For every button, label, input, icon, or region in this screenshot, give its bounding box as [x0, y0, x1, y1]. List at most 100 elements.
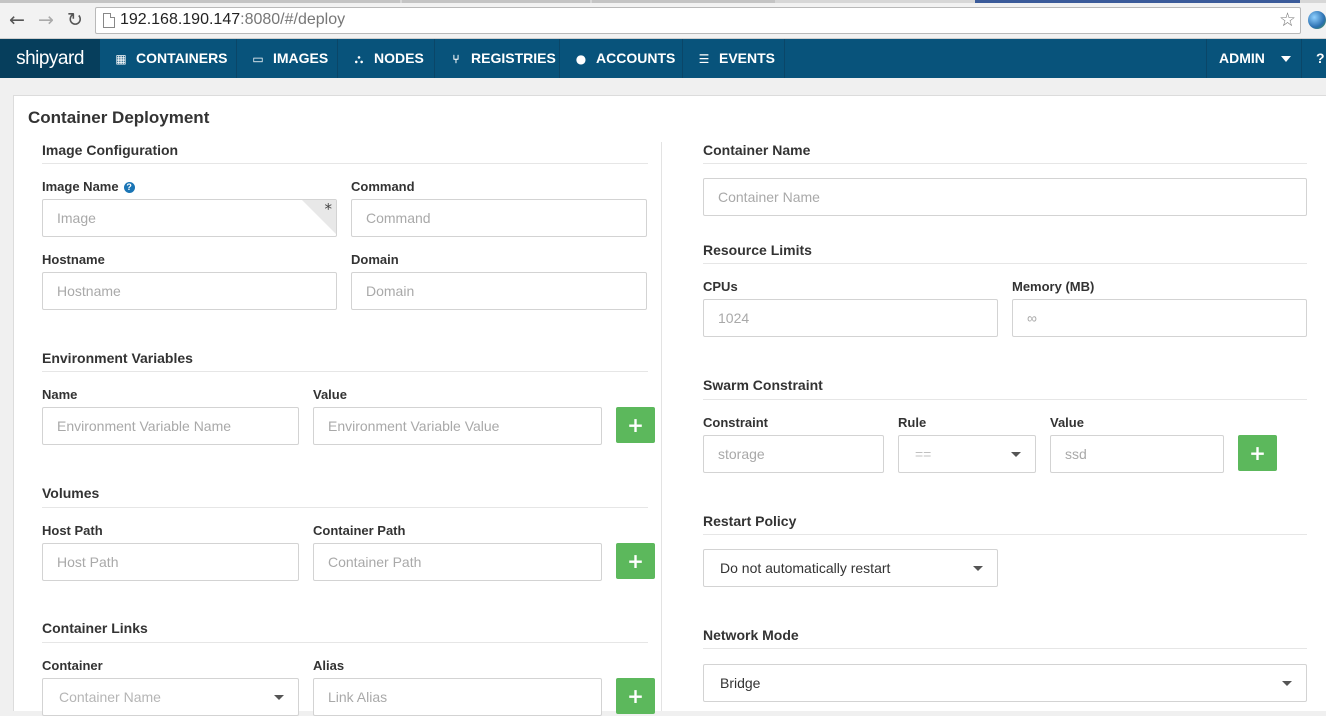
chevron-down-icon: [274, 695, 284, 700]
env-name-label: Name: [42, 387, 78, 402]
page-icon: [103, 13, 115, 28]
env-value-input[interactable]: Environment Variable Value: [313, 407, 602, 445]
command-input[interactable]: Command: [351, 199, 647, 237]
page-title: Container Deployment: [28, 108, 210, 127]
link-container-label: Container: [42, 658, 103, 673]
section-network-mode: Network Mode: [703, 627, 799, 643]
restart-policy-select[interactable]: Do not automatically restart: [703, 549, 998, 587]
restart-policy-value: Do not automatically restart: [720, 560, 891, 576]
link-container-select[interactable]: Container Name: [42, 678, 299, 716]
extension-globe-icon[interactable]: [1308, 11, 1326, 29]
browser-tab[interactable]: [592, 0, 775, 3]
link-container-placeholder: Container Name: [59, 689, 161, 705]
nav-images[interactable]: ▭ IMAGES: [237, 39, 338, 78]
back-icon[interactable]: ←: [6, 9, 28, 31]
constraint-value-input[interactable]: ssd: [1050, 435, 1224, 473]
add-link-button[interactable]: +: [616, 678, 655, 714]
nav-accounts[interactable]: ● ACCOUNTS: [560, 39, 683, 78]
divider: [42, 507, 648, 508]
address-bar[interactable]: 192.168.190.147:8080/#/deploy ☆: [95, 7, 1301, 34]
memory-input[interactable]: ∞: [1012, 299, 1307, 337]
url-host: 192.168.190.147: [120, 11, 241, 28]
domain-input[interactable]: Domain: [351, 272, 647, 310]
rule-label: Rule: [898, 415, 927, 430]
sitemap-icon: ⛬: [354, 52, 364, 66]
brand-logo[interactable]: shipyard: [0, 39, 100, 78]
network-mode-select[interactable]: Bridge: [703, 664, 1307, 702]
browser-toolbar: ← → ↻ 192.168.190.147:8080/#/deploy ☆: [0, 0, 1326, 39]
container-path-label: Container Path: [313, 523, 406, 538]
chevron-down-icon: [973, 566, 983, 571]
admin-label: ADMIN: [1219, 50, 1265, 66]
nav-label: ACCOUNTS: [596, 50, 676, 66]
nav-label: EVENTS: [719, 50, 776, 66]
user-icon: ●: [575, 52, 587, 66]
section-restart-policy: Restart Policy: [703, 513, 797, 529]
browser-tab-active[interactable]: [975, 0, 1300, 3]
cpus-input[interactable]: 1024: [703, 299, 998, 337]
chevron-down-icon: [1282, 681, 1292, 686]
url-path: :8080/#/deploy: [240, 11, 346, 28]
help-circle-icon[interactable]: ?: [123, 182, 135, 193]
hostname-label: Hostname: [42, 252, 105, 267]
divider: [703, 163, 1307, 164]
hostname-input[interactable]: Hostname: [42, 272, 337, 310]
host-path-input[interactable]: Host Path: [42, 543, 299, 581]
link-alias-input[interactable]: Link Alias: [313, 678, 602, 716]
add-env-var-button[interactable]: +: [616, 407, 655, 443]
hdd-icon: ▭: [252, 52, 264, 66]
chevron-down-icon: [1011, 452, 1021, 457]
domain-label: Domain: [351, 252, 399, 267]
nav-nodes[interactable]: ⛬ NODES: [338, 39, 435, 78]
branch-icon: ⑂: [452, 52, 460, 66]
section-container-links: Container Links: [42, 620, 148, 636]
constraint-value-label: Value: [1050, 415, 1084, 430]
container-name-input[interactable]: Container Name: [703, 178, 1307, 216]
nav-events[interactable]: ☰ EVENTS: [683, 39, 785, 78]
divider: [703, 263, 1307, 264]
divider: [703, 399, 1307, 400]
section-swarm-constraint: Swarm Constraint: [703, 377, 823, 393]
image-name-label: Image Name?: [42, 179, 135, 194]
nav-label: IMAGES: [273, 50, 329, 66]
network-mode-value: Bridge: [720, 675, 761, 691]
divider: [703, 534, 1307, 535]
app-navbar: shipyard ▦ CONTAINERS ▭ IMAGES ⛬ NODES ⑂ REG…: [0, 39, 1326, 78]
nav-registries[interactable]: ⑂ REGISTRIES: [435, 39, 560, 78]
add-constraint-button[interactable]: +: [1238, 435, 1277, 471]
section-image-configuration: Image Configuration: [42, 142, 179, 158]
section-resource-limits: Resource Limits: [703, 242, 812, 258]
caret-down-icon: [1281, 56, 1291, 62]
container-path-input[interactable]: Container Path: [313, 543, 602, 581]
section-environment-variables: Environment Variables: [42, 350, 193, 366]
section-container-name: Container Name: [703, 142, 811, 158]
forward-icon[interactable]: →: [35, 9, 57, 31]
divider: [42, 163, 648, 164]
command-label: Command: [351, 179, 415, 194]
bookmark-star-icon[interactable]: ☆: [1279, 9, 1296, 31]
list-icon: ☰: [698, 52, 710, 66]
env-name-input[interactable]: Environment Variable Name: [42, 407, 299, 445]
admin-menu[interactable]: ADMIN: [1206, 39, 1302, 78]
constraint-label: Constraint: [703, 415, 768, 430]
env-value-label: Value: [313, 387, 347, 402]
host-path-label: Host Path: [42, 523, 103, 538]
nav-containers[interactable]: ▦ CONTAINERS: [100, 39, 237, 78]
browser-tab[interactable]: [0, 0, 400, 3]
image-input[interactable]: Image *: [42, 199, 337, 237]
memory-label: Memory (MB): [1012, 279, 1095, 294]
nav-label: NODES: [374, 50, 424, 66]
add-volume-button[interactable]: +: [616, 543, 655, 579]
help-icon[interactable]: ?: [1316, 39, 1325, 78]
column-divider: [661, 142, 662, 711]
divider: [703, 648, 1307, 649]
image-placeholder: Image: [57, 210, 96, 226]
browser-tab[interactable]: [402, 0, 590, 3]
constraint-input[interactable]: storage: [703, 435, 884, 473]
section-volumes: Volumes: [42, 485, 100, 501]
rule-value: ==: [915, 446, 932, 462]
reload-icon[interactable]: ↻: [64, 9, 86, 31]
nav-label: REGISTRIES: [471, 50, 556, 66]
link-alias-label: Alias: [313, 658, 345, 673]
rule-select[interactable]: ==: [898, 435, 1036, 473]
